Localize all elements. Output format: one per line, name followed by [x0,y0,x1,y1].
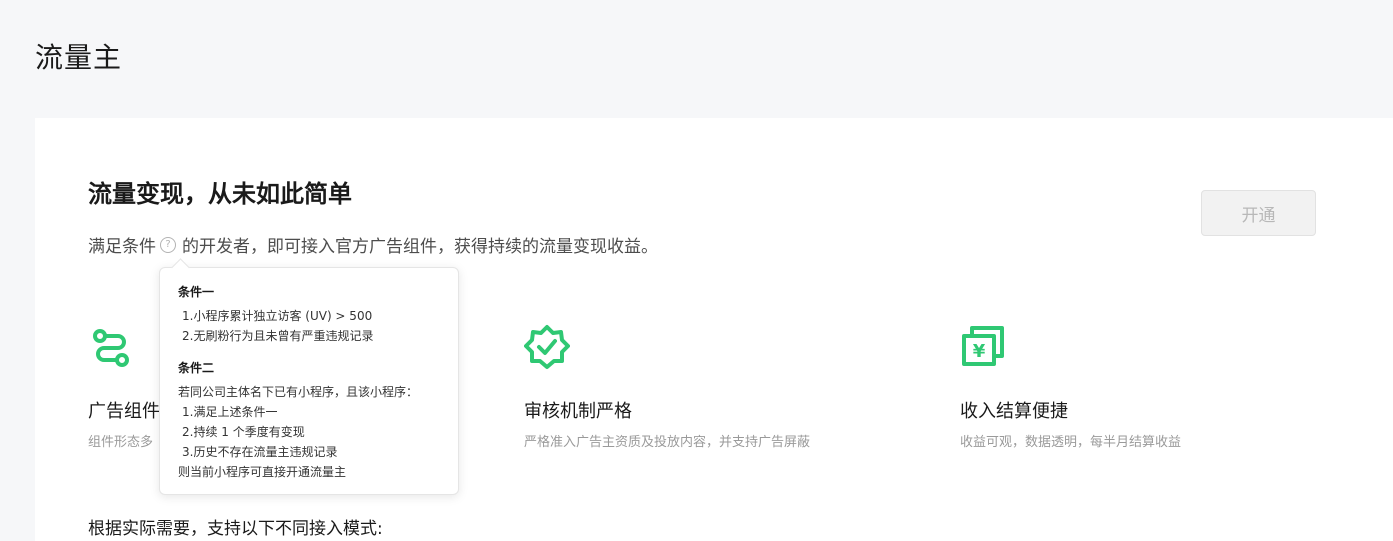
condition-item: 1.小程序累计独立访客 (UV) > 500 [182,309,373,323]
hero-title: 流量变现，从未如此简单 [88,180,352,208]
page-title: 流量主 [35,41,123,74]
feature-settlement: ¥ 收入结算便捷 收益可观，数据透明，每半月结算收益 [960,324,1181,450]
condition-item: 2.无刷粉行为且未曾有严重违规记录 [182,329,374,343]
hero-description: 满足条件 ? 的开发者，即可接入官方广告组件，获得持续的流量变现收益。 [88,232,658,257]
modes-intro: 根据实际需要，支持以下不同接入模式: [88,519,383,539]
hero-desc-prefix: 满足条件 [88,237,156,257]
help-icon[interactable]: ? [160,236,176,253]
feature-review: 审核机制严格 严格准入广告主资质及投放内容，并支持广告屏蔽 [524,324,810,450]
money-bills-icon: ¥ [962,326,1004,366]
ad-component-icon [93,329,129,367]
condition-item: 2.持续 1 个季度有变现 [182,425,305,439]
condition-two-intro: 若同公司主体名下已有小程序，且该小程序： [178,385,419,399]
condition-two-title: 条件二 [178,361,215,375]
condition-two-outro: 则当前小程序可直接开通流量主 [178,465,347,479]
svg-text:¥: ¥ [973,341,986,362]
feature-title: 收入结算便捷 [960,401,1068,422]
feature-desc: 严格准入广告主资质及投放内容，并支持广告屏蔽 [524,435,811,450]
condition-item: 3.历史不存在流量主违规记录 [182,445,338,459]
feature-desc: 组件形态多 [88,435,154,450]
feature-title: 审核机制严格 [524,401,632,422]
feature-desc: 收益可观，数据透明，每半月结算收益 [960,435,1182,450]
verified-badge-icon [524,325,570,369]
hero-desc-suffix: 的开发者，即可接入官方广告组件，获得持续的流量变现收益。 [182,237,658,257]
condition-one-title: 条件一 [178,285,215,299]
feature-title: 广告组件 [88,401,160,422]
conditions-tooltip: 条件一 1.小程序累计独立访客 (UV) > 500 2.无刷粉行为且未曾有严重… [159,258,459,495]
open-button[interactable]: 开通 [1201,190,1316,236]
condition-item: 1.满足上述条件一 [182,405,278,419]
